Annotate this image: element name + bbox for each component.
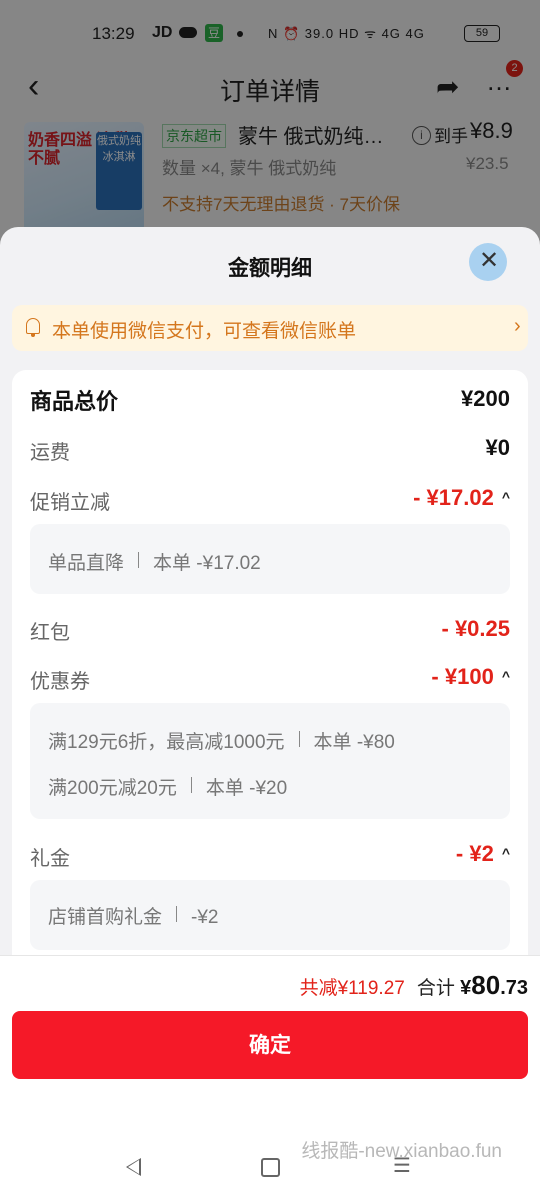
gift-label: 礼金 <box>30 848 70 870</box>
total-summary: 共减¥119.27 合计 ¥80.73 <box>300 970 528 1001</box>
wechat-bill-notice[interactable]: 本单使用微信支付，可查看微信账单 › <box>12 305 528 351</box>
promo-item-name: 单品直降 <box>48 553 125 574</box>
promo-toggle[interactable]: - ¥17.02 ^ <box>413 485 510 511</box>
confirm-button[interactable]: 确定 <box>12 1011 528 1079</box>
chevron-up-icon: ^ <box>501 845 510 861</box>
system-nav-bar: ☰ <box>0 1154 540 1184</box>
goods-total-label: 商品总价 <box>30 389 119 414</box>
sheet-title: 金额明细 <box>228 257 312 280</box>
coupon-value: - ¥100 <box>431 664 494 689</box>
nav-recents-icon[interactable]: ☰ <box>393 1156 411 1176</box>
chevron-up-icon: ^ <box>501 668 510 684</box>
chevron-up-icon: ^ <box>501 489 510 505</box>
coupon-item-name: 满129元6折，最高减1000元 <box>48 732 285 753</box>
close-icon: ✕ <box>479 247 500 274</box>
divider <box>298 731 300 747</box>
discount-total: 共减¥119.27 <box>299 978 405 999</box>
coupon-detail-line: 满200元减20元 本单 -¥20 <box>48 773 287 800</box>
promo-label: 促销立减 <box>30 492 110 514</box>
goods-total-value: ¥200 <box>461 386 510 411</box>
promo-detail-line: 单品直降 本单 -¥17.02 <box>48 548 261 575</box>
modal-overlay[interactable] <box>0 0 540 240</box>
divider <box>176 906 178 922</box>
order-detail-page: 13:29 JD 豆 N ⏰ 39.0 HD ᯤ 4G 4G 59 ‹ 订单详情… <box>0 0 540 240</box>
coupon-item-amount: 本单 -¥20 <box>205 778 288 799</box>
bell-icon <box>26 318 40 337</box>
redpacket-value: - ¥0.25 <box>441 616 511 641</box>
gift-detail-box: 店铺首购礼金 -¥2 <box>30 880 510 950</box>
bottom-bar: 共减¥119.27 合计 ¥80.73 确定 线报酷-new.xianbao.fu… <box>0 955 540 1201</box>
gift-toggle[interactable]: - ¥2 ^ <box>456 841 510 867</box>
coupon-item-amount: 本单 -¥80 <box>313 732 395 753</box>
nav-back-icon[interactable] <box>126 1158 141 1176</box>
gift-item-name: 店铺首购礼金 <box>48 907 163 928</box>
close-button[interactable]: ✕ <box>469 243 507 281</box>
sum-integer: 80 <box>471 970 501 1000</box>
gift-item-amount: -¥2 <box>191 907 219 928</box>
promo-value: - ¥17.02 <box>413 485 494 510</box>
divider <box>190 777 192 793</box>
coupon-detail-line: 满129元6折，最高减1000元 本单 -¥80 <box>48 727 395 754</box>
breakdown-card: 商品总价 ¥200 运费 ¥0 促销立减 - ¥17.02 ^ 单品直降 本单 -¥… <box>12 370 528 970</box>
coupon-item-name: 满200元减20元 <box>48 778 177 799</box>
chevron-right-icon: › <box>514 315 521 337</box>
sum-decimal: .73 <box>500 977 528 999</box>
gift-value: - ¥2 <box>455 841 494 866</box>
notice-text: 本单使用微信支付，可查看微信账单 <box>52 321 357 342</box>
nav-home-icon[interactable] <box>261 1158 280 1177</box>
coupon-detail-box: 满129元6折，最高减1000元 本单 -¥80 满200元减20元 本单 -¥20 <box>30 703 510 819</box>
coupon-label: 优惠券 <box>30 671 90 693</box>
gift-detail-line: 店铺首购礼金 -¥2 <box>48 902 218 929</box>
shipping-value: ¥0 <box>485 435 510 460</box>
coupon-toggle[interactable]: - ¥100 ^ <box>431 664 510 690</box>
divider <box>138 552 140 568</box>
redpacket-label: 红包 <box>30 622 70 644</box>
promo-item-amount: 本单 -¥17.02 <box>153 553 261 574</box>
promo-detail-box: 单品直降 本单 -¥17.02 <box>30 524 510 594</box>
sum-label: 合计 <box>416 978 455 999</box>
shipping-label: 运费 <box>30 442 70 464</box>
sum-currency: ¥ <box>460 977 472 999</box>
